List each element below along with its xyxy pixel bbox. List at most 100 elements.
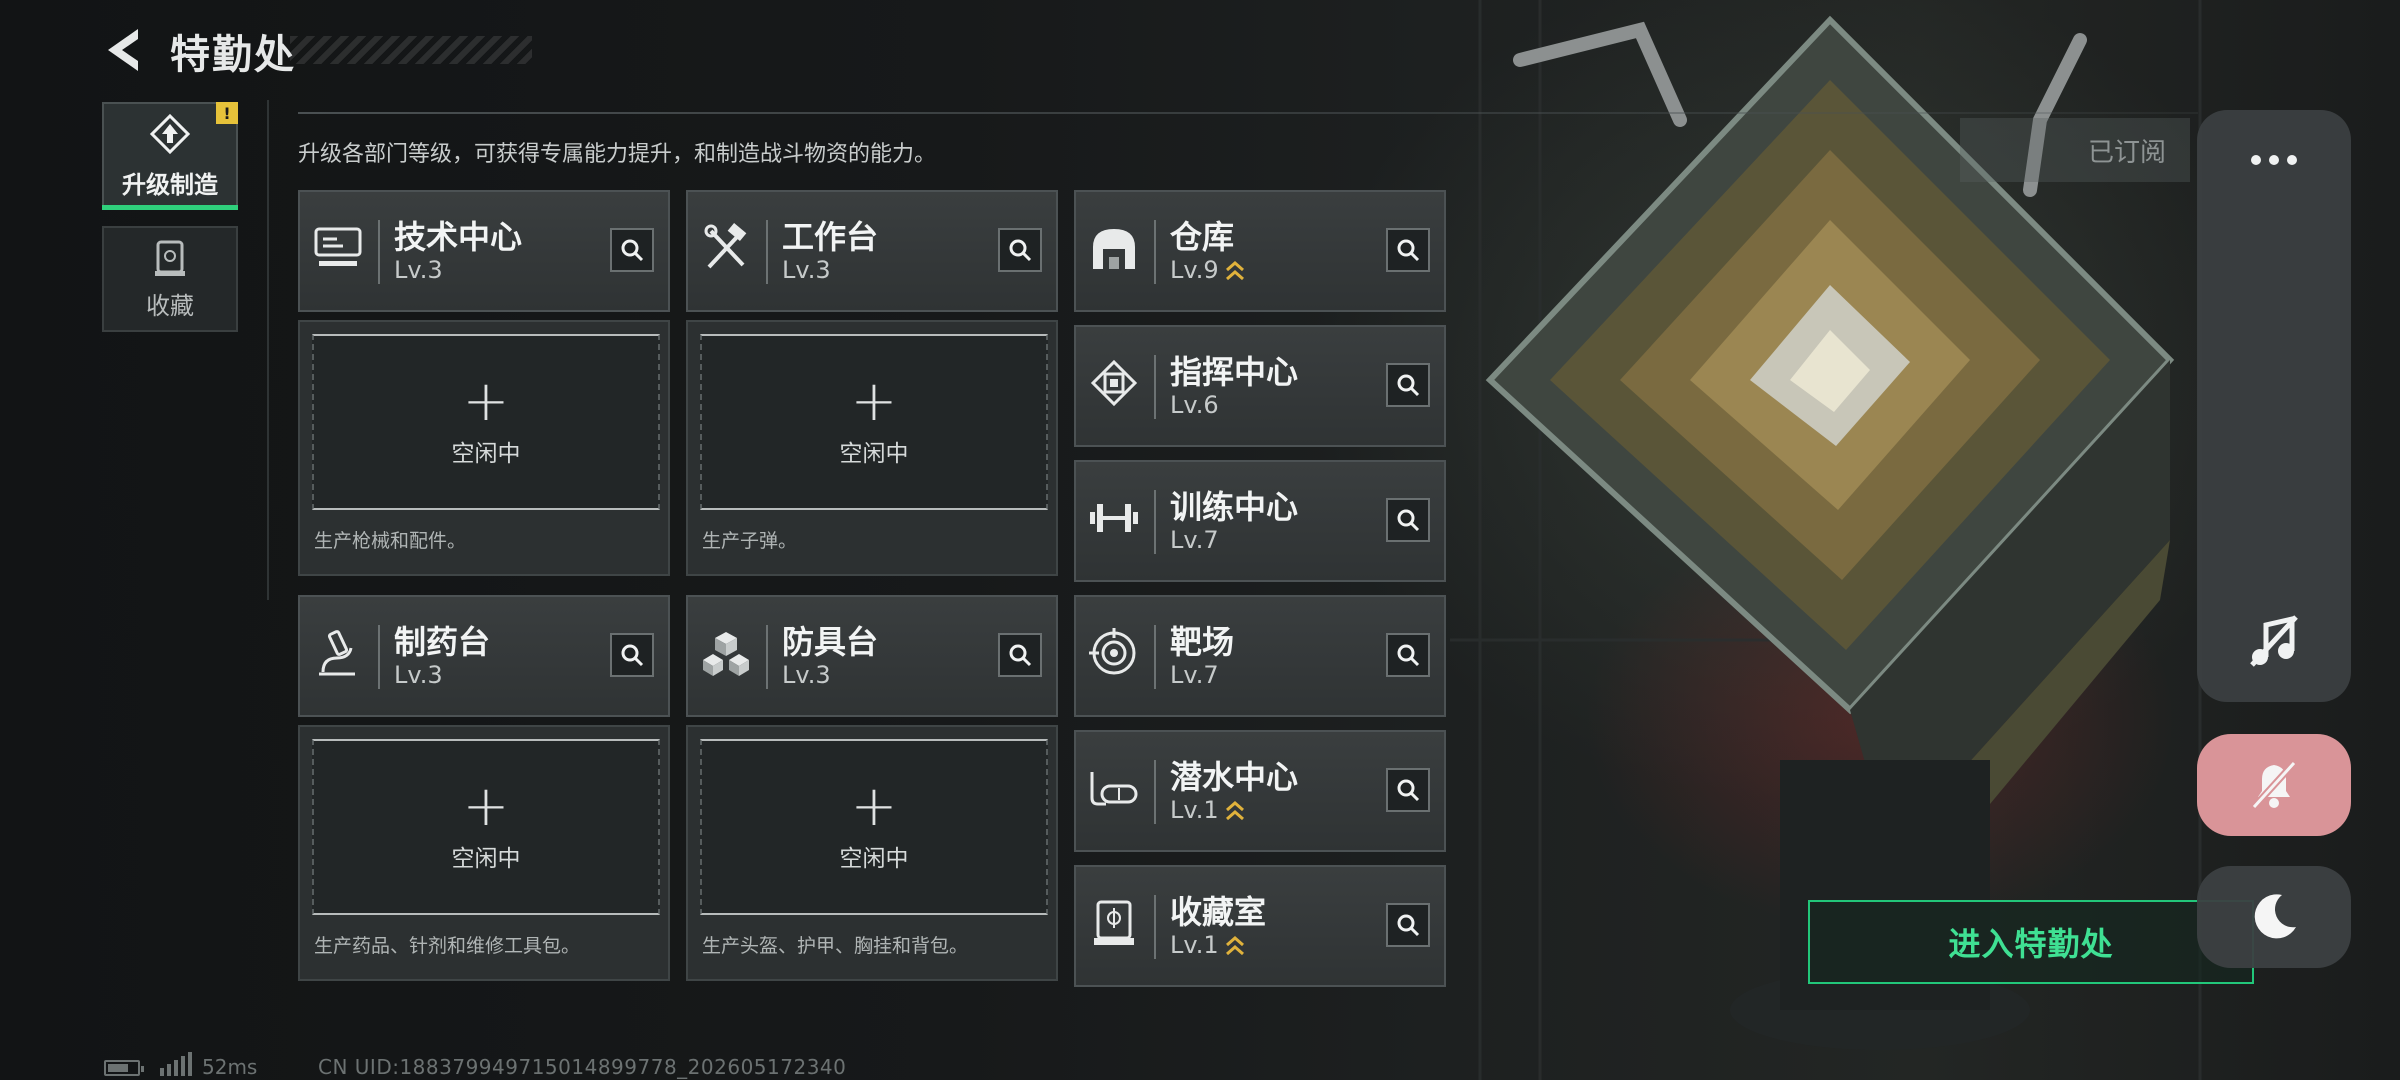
- production-description: 生产子弹。: [702, 530, 798, 552]
- card-separator: [1154, 220, 1156, 284]
- tab-label: 收藏: [146, 291, 194, 320]
- page-description: 升级各部门等级，可获得专属能力提升，和制造战斗物资的能力。: [298, 142, 937, 167]
- dept-name: 收藏室: [1170, 893, 1267, 931]
- back-button[interactable]: [100, 24, 148, 76]
- inspect-button[interactable]: [998, 633, 1042, 677]
- dept-tech-center[interactable]: 技术中心 Lv.3: [298, 190, 670, 312]
- dept-workbench[interactable]: 工作台 Lv.3: [686, 190, 1058, 312]
- dept-name: 训练中心: [1170, 488, 1299, 526]
- production-slot[interactable]: + 空闲中: [700, 334, 1048, 510]
- idle-status: 空闲中: [839, 846, 909, 872]
- user-uid: CN UID:18837994971501489977​8_2026051723…: [318, 1055, 847, 1079]
- dept-level: Lv.3: [394, 661, 443, 689]
- card-separator: [766, 220, 768, 284]
- card-separator: [378, 220, 380, 284]
- upgrade-craft-icon: [149, 113, 191, 154]
- dept-pharmacy[interactable]: 制药台 Lv.3: [298, 595, 670, 717]
- tab-label: 升级制造: [122, 170, 218, 199]
- inspect-button[interactable]: [1386, 363, 1430, 407]
- search-icon: [1397, 914, 1420, 937]
- music-toggle-button[interactable]: [2197, 596, 2351, 686]
- dept-training-center[interactable]: 训练中心 Lv.7: [1074, 460, 1446, 582]
- search-icon: [1397, 779, 1420, 802]
- card-separator: [1154, 895, 1156, 959]
- hammer-wrench-icon: [698, 216, 754, 280]
- dept-dive-center[interactable]: 潜水中心 Lv.1: [1074, 730, 1446, 852]
- production-slot[interactable]: + 空闲中: [312, 739, 660, 915]
- upgrade-available-icon: [1225, 261, 1244, 281]
- inspect-button[interactable]: [1386, 228, 1430, 272]
- search-icon: [1009, 644, 1032, 667]
- upgrade-available-icon: [1225, 936, 1244, 956]
- inspect-button[interactable]: [1386, 498, 1430, 542]
- dept-command-center[interactable]: 指挥中心 Lv.6: [1074, 325, 1446, 447]
- signal-icon: [160, 1052, 192, 1076]
- workstation-monitor-icon: [310, 216, 366, 280]
- dumbbell-icon: [1086, 486, 1142, 550]
- inspect-button[interactable]: [1386, 633, 1430, 677]
- back-arrow-icon: [108, 29, 138, 71]
- idle-status: 空闲中: [451, 846, 521, 872]
- level-text: Lv.1: [1170, 796, 1219, 824]
- production-panel-armor-bench: + 空闲中 生产头盔、护甲、胸挂和背包。: [686, 725, 1058, 981]
- production-panel-pharmacy: + 空闲中 生产药品、针剂和维修工具包。: [298, 725, 670, 981]
- inspect-button[interactable]: [610, 633, 654, 677]
- moon-icon: [2254, 894, 2296, 939]
- level-text: Lv.3: [782, 256, 831, 284]
- dept-level: Lv.7: [1170, 661, 1219, 689]
- dept-level: Lv.7: [1170, 526, 1219, 554]
- inspect-button[interactable]: [1386, 903, 1430, 947]
- subscribed-button[interactable]: 已订阅: [1960, 118, 2190, 182]
- dept-level: Lv.9: [1170, 256, 1245, 284]
- page-title: 特勤处: [170, 32, 296, 78]
- more-dots-icon: [2251, 155, 2297, 165]
- search-icon: [621, 239, 644, 262]
- dept-level: Lv.3: [782, 256, 831, 284]
- level-text: Lv.9: [1170, 256, 1219, 284]
- music-off-icon: [2250, 615, 2298, 667]
- dept-shooting-range[interactable]: 靶场 Lv.7: [1074, 595, 1446, 717]
- dept-name: 仓库: [1170, 218, 1235, 256]
- dept-name: 工作台: [782, 218, 879, 256]
- production-description: 生产药品、针剂和维修工具包。: [314, 935, 581, 957]
- hangar-icon: [1086, 216, 1142, 280]
- level-text: Lv.3: [782, 661, 831, 689]
- search-icon: [1397, 644, 1420, 667]
- dept-armor-bench[interactable]: 防具台 Lv.3: [686, 595, 1058, 717]
- card-separator: [378, 625, 380, 689]
- inspect-button[interactable]: [998, 228, 1042, 272]
- inspect-button[interactable]: [1386, 768, 1430, 812]
- production-description: 生产枪械和配件。: [314, 530, 467, 552]
- microscope-icon: [310, 621, 366, 685]
- card-separator: [1154, 760, 1156, 824]
- card-separator: [1154, 625, 1156, 689]
- idle-status: 空闲中: [451, 441, 521, 467]
- dept-name: 技术中心: [394, 218, 523, 256]
- dept-collection-room[interactable]: 收藏室 Lv.1: [1074, 865, 1446, 987]
- diving-mask-icon: [1086, 756, 1142, 820]
- inspect-button[interactable]: [610, 228, 654, 272]
- level-text: Lv.1: [1170, 931, 1219, 959]
- dept-level: Lv.3: [394, 256, 443, 284]
- dept-level: Lv.6: [1170, 391, 1219, 419]
- notification-mute-button[interactable]: [2197, 734, 2351, 836]
- card-separator: [1154, 355, 1156, 419]
- collection-case-icon: [155, 240, 185, 276]
- ping-readout: 52ms: [202, 1055, 258, 1079]
- enter-facility-button[interactable]: 进入特勤处: [1808, 900, 2254, 984]
- more-options-button[interactable]: [2197, 120, 2351, 200]
- dept-name: 潜水中心: [1170, 758, 1299, 796]
- tab-collection[interactable]: 收藏: [102, 226, 238, 332]
- production-slot[interactable]: + 空闲中: [312, 334, 660, 510]
- dept-warehouse[interactable]: 仓库 Lv.9: [1074, 190, 1446, 312]
- production-panel-workbench: + 空闲中 生产子弹。: [686, 320, 1058, 576]
- production-slot[interactable]: + 空闲中: [700, 739, 1048, 915]
- title-stripe-decoration: [290, 36, 532, 64]
- card-separator: [1154, 490, 1156, 554]
- tab-upgrade-craft[interactable]: ! 升级制造: [102, 102, 238, 210]
- night-mode-button[interactable]: [2197, 866, 2351, 968]
- add-icon: +: [462, 369, 510, 434]
- upgrade-available-icon: [1225, 801, 1244, 821]
- bell-muted-icon: [2251, 760, 2297, 810]
- chip-icon: [1086, 351, 1142, 415]
